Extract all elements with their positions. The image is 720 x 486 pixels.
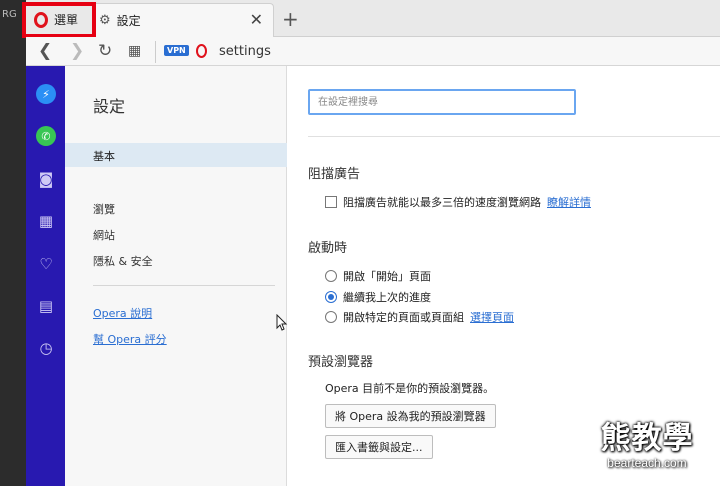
adblock-checkbox-label: 阻擋廣告就能以最多三倍的速度瀏覽網路 xyxy=(343,196,541,209)
whatsapp-icon[interactable]: ✆ xyxy=(36,126,56,146)
tab-settings-label: 設定 xyxy=(116,14,141,28)
watermark-title: 熊教學 xyxy=(600,421,694,456)
radio-start-page[interactable] xyxy=(325,270,337,282)
main-divider xyxy=(308,136,720,137)
mouse-cursor-icon xyxy=(276,314,288,331)
default-browser-status-text: Opera 目前不是你的預設瀏覽器。 xyxy=(325,382,495,395)
background-window-label: RG xyxy=(2,9,17,20)
tab-bar: 選單 ⚙ 設定 ✕ + xyxy=(26,0,720,37)
close-icon[interactable]: ✕ xyxy=(250,10,263,29)
settings-nav: 設定 基本 瀏覽 網站 隱私 & 安全 Opera 說明 幫 Opera 評分 xyxy=(65,66,287,486)
rate-opera-link[interactable]: 幫 Opera 評分 xyxy=(93,331,167,347)
menu-label: 選單 xyxy=(54,13,79,27)
settings-search-input[interactable] xyxy=(310,91,574,113)
settings-title: 設定 xyxy=(93,97,126,116)
adblock-title: 阻擋廣告 xyxy=(308,167,361,182)
radio-specific-pages-label: 開啟特定的頁面或頁面組 xyxy=(343,311,464,324)
opera-logo-icon xyxy=(34,11,48,28)
adblock-checkbox[interactable] xyxy=(325,196,337,208)
radio-specific-pages[interactable] xyxy=(325,311,337,323)
set-pages-link[interactable]: 選擇頁面 xyxy=(470,309,514,325)
nav-item-privacy[interactable]: 隱私 & 安全 xyxy=(93,253,153,269)
opera-help-link[interactable]: Opera 說明 xyxy=(93,305,152,321)
default-browser-title: 預設瀏覽器 xyxy=(308,355,374,370)
nav-item-basic[interactable]: 基本 xyxy=(65,143,287,167)
startup-option-continue[interactable]: 繼續我上次的進度 xyxy=(325,289,431,305)
url-field[interactable]: settings xyxy=(219,44,271,59)
nav-item-basic-label: 基本 xyxy=(93,150,115,163)
adblock-row: 阻擋廣告就能以最多三倍的速度瀏覽網路 瞭解詳情 xyxy=(325,194,591,210)
new-tab-button[interactable]: + xyxy=(282,7,299,31)
background-window-strip: RG xyxy=(0,0,26,486)
opera-page-icon xyxy=(196,44,207,58)
back-icon[interactable]: ❮ xyxy=(38,41,52,61)
set-default-browser-button[interactable]: 將 Opera 設為我的預設瀏覽器 xyxy=(325,404,496,428)
startup-option-specific[interactable]: 開啟特定的頁面或頁面組 選擇頁面 xyxy=(325,309,514,325)
vpn-badge[interactable]: VPN xyxy=(164,45,189,56)
messenger-icon[interactable]: ⚡ xyxy=(36,84,56,104)
speed-dial-icon[interactable]: ▦ xyxy=(128,43,141,59)
settings-search xyxy=(308,89,576,115)
radio-continue[interactable] xyxy=(325,291,337,303)
history-icon[interactable]: ◷ xyxy=(36,338,56,358)
heart-icon[interactable]: ♡ xyxy=(36,254,56,274)
opera-menu-button[interactable]: 選單 xyxy=(26,2,92,37)
startup-title: 啟動時 xyxy=(308,241,348,256)
forward-icon[interactable]: ❯ xyxy=(70,41,84,61)
sidebar: ⚡ ✆ ◙ ▦ ♡ ▤ ◷ xyxy=(26,66,65,486)
radio-start-page-label: 開啟「開始」頁面 xyxy=(343,270,431,283)
news-icon[interactable]: ▤ xyxy=(36,296,56,316)
import-bookmarks-button[interactable]: 匯入書籤與設定... xyxy=(325,435,433,459)
watermark-url: bearteach.com xyxy=(607,456,687,470)
nav-item-websites[interactable]: 網站 xyxy=(93,227,115,243)
address-bar: ❮ ❯ ↻ ▦ VPN settings xyxy=(26,37,720,66)
nav-item-browsing[interactable]: 瀏覽 xyxy=(93,201,115,217)
gear-icon: ⚙ xyxy=(99,13,111,28)
address-divider xyxy=(155,41,156,63)
nav-divider xyxy=(93,285,275,286)
camera-icon[interactable]: ◙ xyxy=(36,169,56,189)
radio-continue-label: 繼續我上次的進度 xyxy=(343,291,431,304)
reload-icon[interactable]: ↻ xyxy=(98,41,112,61)
tab-settings[interactable]: ⚙ 設定 ✕ xyxy=(92,3,274,37)
adblock-learn-more-link[interactable]: 瞭解詳情 xyxy=(547,194,591,210)
startup-option-start-page[interactable]: 開啟「開始」頁面 xyxy=(325,268,431,284)
speed-dial-sidebar-icon[interactable]: ▦ xyxy=(36,211,56,231)
default-browser-status: Opera 目前不是你的預設瀏覽器。 xyxy=(325,380,494,396)
watermark: 熊教學 bearteach.com xyxy=(593,421,701,471)
